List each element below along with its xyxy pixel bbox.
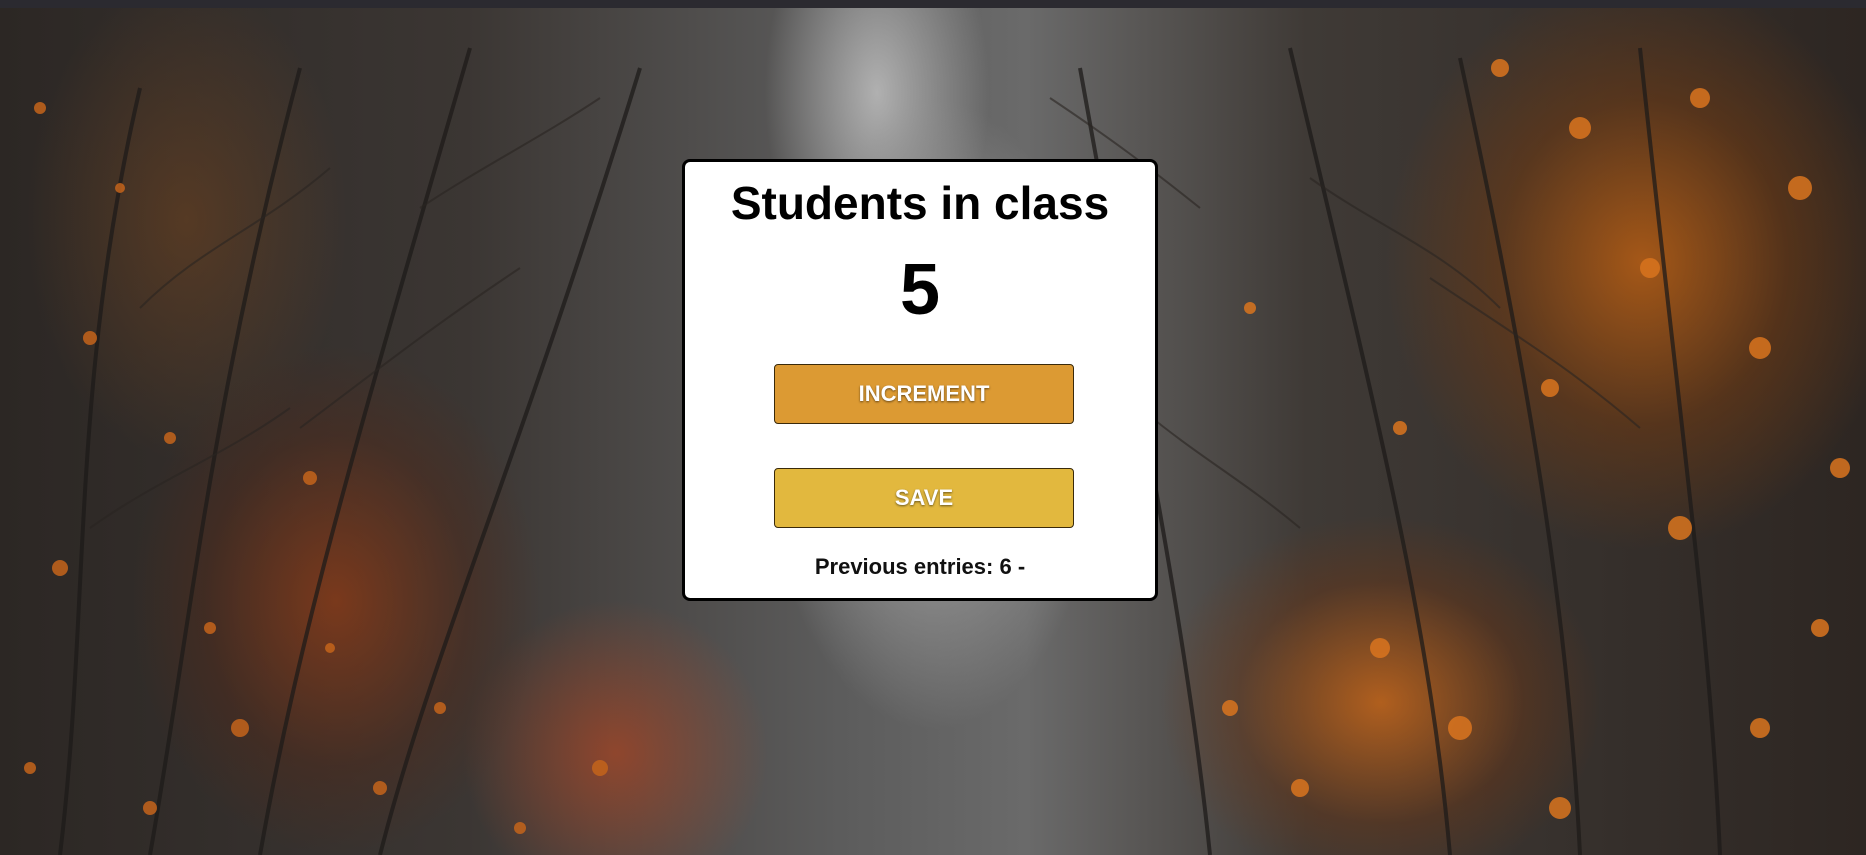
browser-top-bar — [0, 0, 1866, 8]
student-counter-card: Students in class 5 INCREMENT SAVE Previ… — [682, 159, 1158, 601]
page-title: Students in class — [730, 177, 1110, 229]
previous-entries-text: Previous entries: 6 - — [814, 554, 1026, 579]
save-button[interactable]: SAVE — [774, 468, 1074, 528]
student-count-display: 5 — [899, 250, 941, 330]
increment-button[interactable]: INCREMENT — [774, 364, 1074, 424]
